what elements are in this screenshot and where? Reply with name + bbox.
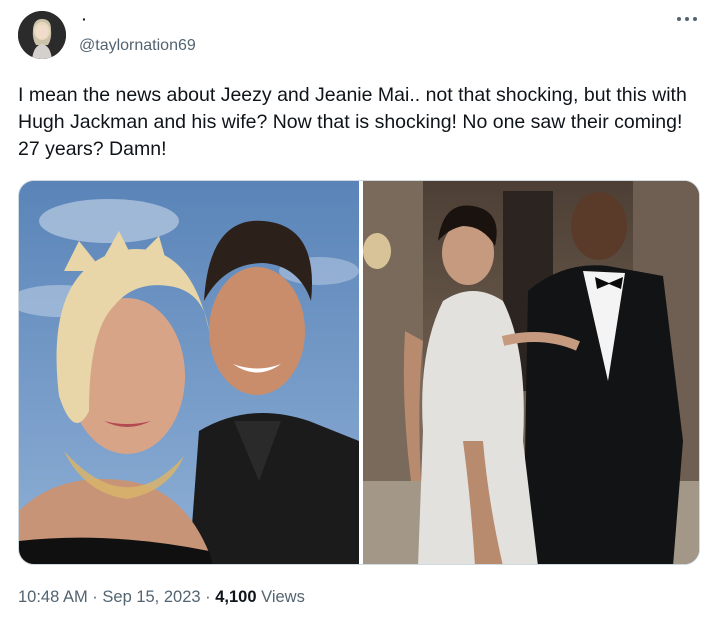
- media-photo-1[interactable]: [19, 181, 359, 564]
- tweet-media-grid: [18, 180, 700, 565]
- author-handle[interactable]: @taylornation69: [79, 36, 196, 56]
- tweet-date[interactable]: Sep 15, 2023: [102, 588, 200, 606]
- avatar-image: [18, 11, 66, 59]
- meta-separator: ·: [87, 588, 103, 606]
- views-label: Views: [256, 588, 305, 606]
- author-display-name[interactable]: ·: [82, 12, 87, 26]
- tweet-time[interactable]: 10:48 AM: [18, 588, 88, 606]
- more-horizontal-icon[interactable]: [676, 14, 698, 24]
- tweet-meta: 10:48 AM · Sep 15, 2023 · 4,100 Views: [18, 586, 305, 608]
- author-avatar[interactable]: [18, 11, 66, 59]
- tweet-text: I mean the news about Jeezy and Jeanie M…: [18, 84, 687, 160]
- views-count[interactable]: 4,100: [215, 588, 256, 606]
- tweet-card: · @taylornation69 I mean the news about …: [0, 0, 720, 623]
- media-photo-2[interactable]: [363, 181, 699, 564]
- meta-separator-2: ·: [200, 588, 216, 606]
